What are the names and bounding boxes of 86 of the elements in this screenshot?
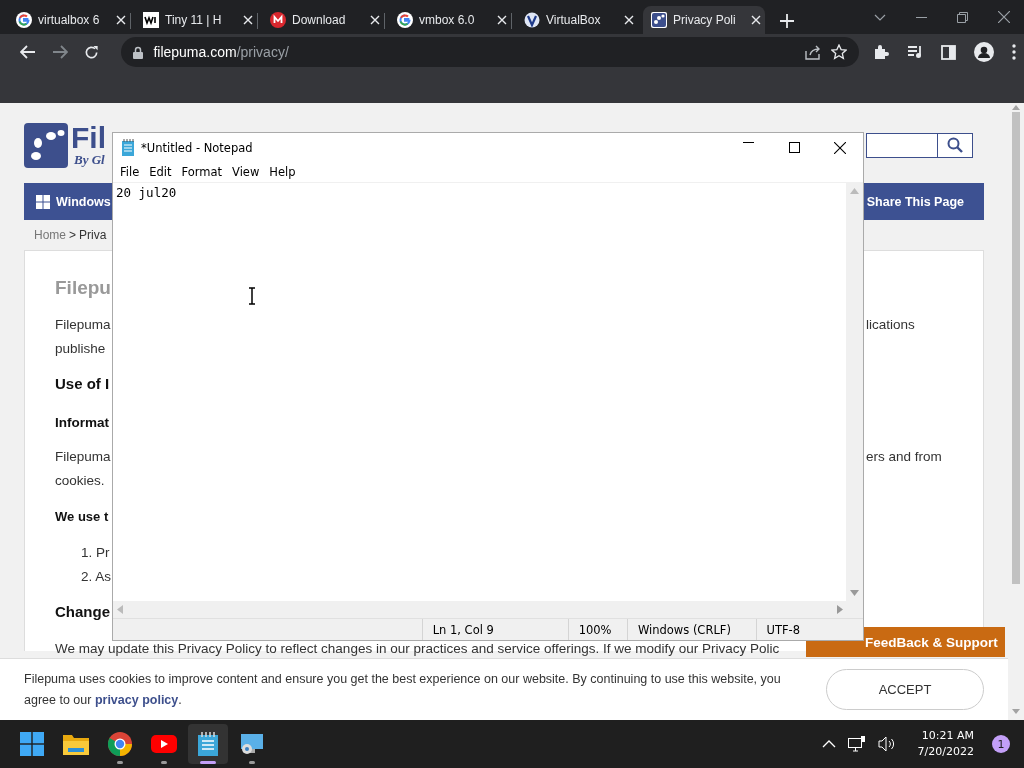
nav-link[interactable]: Windows xyxy=(56,194,111,209)
time-text: 10:21 AM xyxy=(921,728,974,744)
new-tab-icon[interactable] xyxy=(780,14,794,28)
site-icon xyxy=(270,12,286,28)
paragraph-text: We may update this Privacy Policy to reflect changes in our practices and service offerings. If we modify our Privacy Polic xyxy=(55,641,780,656)
breadcrumb-current: Priva xyxy=(79,228,107,242)
playlist-icon[interactable] xyxy=(907,45,923,59)
logo-tagline: By Gl xyxy=(74,153,106,167)
paragraph-text: ers and from xyxy=(866,448,943,466)
chevron-up-icon[interactable] xyxy=(821,740,836,748)
clock[interactable]: 10:21 AM 7/20/2022 xyxy=(917,728,974,760)
heading: Use of I xyxy=(55,375,110,392)
minimize-icon[interactable] xyxy=(916,16,927,18)
minimize-icon[interactable] xyxy=(742,141,754,143)
side-panel-icon[interactable] xyxy=(941,44,956,60)
site-icon xyxy=(651,12,667,28)
search-icon xyxy=(947,137,963,153)
restore-icon[interactable] xyxy=(957,11,968,23)
profile-icon[interactable] xyxy=(974,42,994,62)
share-icon[interactable] xyxy=(805,44,821,60)
paragraph-text: lications xyxy=(866,316,916,334)
heading: Filepu xyxy=(55,277,111,298)
notification-badge[interactable]: 1 xyxy=(992,735,1010,753)
status-text: Windows (CRLF) xyxy=(626,619,756,640)
accept-button[interactable]: ACCEPT xyxy=(826,669,984,710)
editor-text: 20 jul20 xyxy=(116,185,177,200)
close-icon[interactable] xyxy=(998,11,1010,23)
site-icon xyxy=(524,12,540,28)
menu-item[interactable]: Edit xyxy=(144,165,177,179)
heading: We use t xyxy=(55,509,109,524)
breadcrumb-link[interactable]: Home xyxy=(34,228,66,242)
site-icon xyxy=(16,12,32,28)
network-icon[interactable] xyxy=(847,736,866,752)
taskbar-app[interactable] xyxy=(188,724,228,764)
forward-icon[interactable] xyxy=(51,45,68,59)
chevron-down-icon[interactable] xyxy=(874,13,886,21)
text-cursor-icon xyxy=(248,287,256,305)
star-icon[interactable] xyxy=(831,44,847,60)
window-title: *Untitled - Notepad xyxy=(141,140,253,155)
volume-icon[interactable] xyxy=(877,736,896,752)
status-text: Ln 1, Col 9 xyxy=(421,619,568,640)
breadcrumb-separator: > xyxy=(69,228,77,242)
address-bar[interactable]: filepuma.com/privacy/ xyxy=(121,37,859,67)
lock-icon xyxy=(133,45,144,59)
paragraph-text: publishe xyxy=(55,341,106,356)
status-text: 100% xyxy=(567,619,627,640)
menu-item[interactable]: Format xyxy=(176,165,228,179)
paragraph-text: 2. As xyxy=(81,569,112,584)
logo-text: Fil xyxy=(71,123,106,153)
site-icon xyxy=(397,12,413,28)
site-icon xyxy=(143,12,159,28)
browser-icon xyxy=(108,732,132,756)
search-button[interactable] xyxy=(937,132,973,158)
browser-tab[interactable]: Privacy Poli xyxy=(643,6,765,34)
status-text: UTF-8 xyxy=(755,619,863,640)
search-field[interactable] xyxy=(866,132,937,158)
browser-tab[interactable]: virtualbox 6 xyxy=(8,6,130,34)
folder-icon xyxy=(63,733,89,755)
reload-icon[interactable] xyxy=(84,44,99,60)
paragraph-text: cookies. xyxy=(55,473,105,488)
menu-item[interactable]: Help xyxy=(264,165,301,179)
paragraph-text: Filepuma xyxy=(55,317,111,332)
notepad-icon xyxy=(121,139,135,156)
heading: Change xyxy=(55,603,110,620)
privacy-policy-link[interactable]: privacy policy xyxy=(94,692,179,707)
monitor-icon xyxy=(239,732,265,756)
nav-link[interactable]: Share This Page xyxy=(866,194,964,209)
windows-icon xyxy=(36,194,50,209)
heading: Informat xyxy=(55,415,109,430)
logo-icon xyxy=(24,122,68,168)
cookie-text: Filepuma uses cookies to improve content and ensure you get the best experience on our website. By continuing to use this website, you agree to our privacy policy. xyxy=(24,670,782,709)
more-icon[interactable] xyxy=(1012,44,1016,60)
back-icon[interactable] xyxy=(19,45,36,59)
maximize-icon[interactable] xyxy=(788,141,800,153)
menu-item[interactable]: File xyxy=(115,165,145,179)
scrollbar-thumb[interactable] xyxy=(1012,112,1020,584)
paragraph-text: 1. Pr xyxy=(81,545,110,560)
windows-icon xyxy=(20,732,44,756)
play-icon xyxy=(151,735,177,753)
text-editor[interactable]: 20 jul20 xyxy=(113,183,846,601)
notepad-icon xyxy=(198,732,218,756)
close-icon[interactable] xyxy=(834,141,846,154)
date-text: 7/20/2022 xyxy=(917,744,974,760)
puzzle-icon[interactable] xyxy=(873,44,889,60)
menu-item[interactable]: View xyxy=(227,165,265,179)
paragraph-text: Filepuma xyxy=(55,449,111,464)
